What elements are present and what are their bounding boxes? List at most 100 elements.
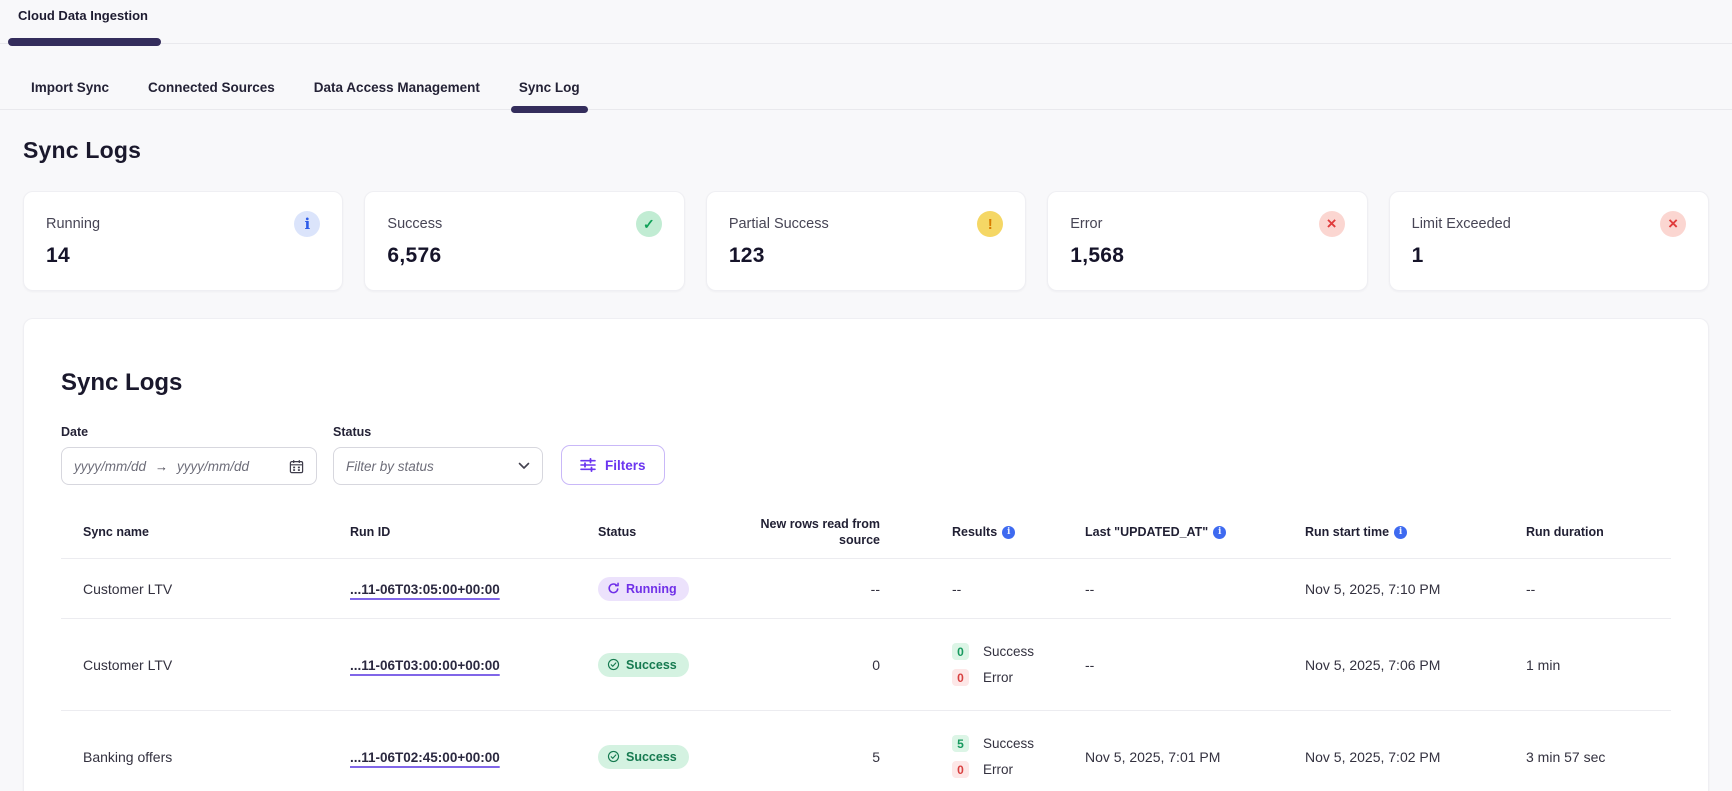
calendar-icon[interactable] bbox=[289, 459, 304, 474]
info-icon[interactable]: i bbox=[1002, 526, 1015, 539]
run-start-cell: Nov 5, 2025, 7:06 PM bbox=[1305, 657, 1526, 673]
filters-button-label: Filters bbox=[605, 458, 646, 473]
tab-connected-sources[interactable]: Connected Sources bbox=[148, 80, 275, 109]
new-rows-cell: -- bbox=[746, 581, 886, 597]
tab-label: Sync Log bbox=[519, 80, 580, 95]
date-filter-label: Date bbox=[61, 425, 317, 439]
card-partial-success: Partial Success ! 123 bbox=[706, 191, 1026, 291]
card-label: Success bbox=[387, 216, 442, 232]
tab-label: Connected Sources bbox=[148, 80, 275, 95]
card-value: 1 bbox=[1412, 244, 1686, 268]
last-updated-cell: -- bbox=[1085, 581, 1305, 597]
app-tab-cloud-data-ingestion[interactable]: Cloud Data Ingestion bbox=[8, 8, 158, 23]
col-run-duration: Run duration bbox=[1526, 525, 1671, 541]
run-id-link[interactable]: ...11-06T03:05:00+00:00 bbox=[350, 582, 500, 597]
run-duration-cell: -- bbox=[1526, 581, 1671, 597]
success-count-label: Success bbox=[983, 644, 1034, 659]
tab-import-sync[interactable]: Import Sync bbox=[31, 80, 109, 109]
table-header-row: Sync name Run ID Status New rows read fr… bbox=[61, 511, 1671, 559]
tab-active-indicator bbox=[511, 106, 588, 113]
card-label: Error bbox=[1070, 216, 1102, 232]
run-duration-cell: 3 min 57 sec bbox=[1526, 749, 1671, 765]
card-error: Error × 1,568 bbox=[1047, 191, 1367, 291]
status-filter-select[interactable]: Filter by status bbox=[333, 447, 543, 485]
info-icon[interactable]: i bbox=[1213, 526, 1226, 539]
date-filter-group: Date yyyy/mm/dd → yyyy/mm/dd bbox=[61, 425, 317, 485]
col-run-id: Run ID bbox=[350, 525, 598, 541]
info-icon[interactable]: i bbox=[1394, 526, 1407, 539]
error-icon: × bbox=[1660, 211, 1686, 237]
check-circle-icon bbox=[607, 658, 620, 671]
status-badge: Success bbox=[598, 653, 689, 677]
tab-label: Import Sync bbox=[31, 80, 109, 95]
warning-icon: ! bbox=[977, 211, 1003, 237]
arrow-right-icon: → bbox=[155, 459, 168, 474]
status-filter-label: Status bbox=[333, 425, 543, 439]
table-row: Customer LTV ...11-06T03:05:00+00:00 Run… bbox=[61, 559, 1671, 619]
col-new-rows: New rows read from source bbox=[746, 517, 886, 548]
card-label: Partial Success bbox=[729, 216, 829, 232]
success-count-chip: 0 bbox=[952, 643, 969, 660]
run-id-link[interactable]: ...11-06T03:00:00+00:00 bbox=[350, 658, 500, 673]
chevron-down-icon bbox=[518, 462, 530, 470]
error-count-label: Error bbox=[983, 762, 1013, 777]
col-status: Status bbox=[598, 525, 746, 541]
col-run-start-label: Run start time bbox=[1305, 525, 1389, 539]
tab-label: Data Access Management bbox=[314, 80, 480, 95]
new-rows-cell: 5 bbox=[746, 749, 886, 765]
success-count-label: Success bbox=[983, 736, 1034, 751]
summary-cards: Running i 14 Success ✓ 6,576 Partial Suc… bbox=[23, 191, 1709, 291]
top-bar: Cloud Data Ingestion bbox=[0, 0, 1732, 44]
status-badge: Running bbox=[598, 577, 689, 601]
status-placeholder: Filter by status bbox=[346, 459, 434, 474]
filters-button[interactable]: Filters bbox=[561, 445, 665, 485]
table-row: Customer LTV ...11-06T03:00:00+00:00 Suc… bbox=[61, 619, 1671, 711]
card-running: Running i 14 bbox=[23, 191, 343, 291]
status-badge-label: Success bbox=[626, 750, 677, 764]
sync-name-cell: Customer LTV bbox=[61, 581, 350, 597]
col-sync-name: Sync name bbox=[61, 525, 350, 541]
run-duration-cell: 1 min bbox=[1526, 657, 1671, 673]
status-badge-label: Running bbox=[626, 582, 677, 596]
refresh-icon bbox=[607, 582, 620, 595]
success-count-chip: 5 bbox=[952, 735, 969, 752]
sync-log-table: Sync name Run ID Status New rows read fr… bbox=[61, 511, 1671, 791]
last-updated-cell: Nov 5, 2025, 7:01 PM bbox=[1085, 749, 1305, 765]
last-updated-cell: -- bbox=[1085, 657, 1305, 673]
new-rows-cell: 0 bbox=[746, 657, 886, 673]
card-value: 1,568 bbox=[1070, 244, 1344, 268]
tab-sync-log[interactable]: Sync Log bbox=[519, 80, 580, 109]
error-icon: × bbox=[1319, 211, 1345, 237]
status-badge-label: Success bbox=[626, 658, 677, 672]
error-count-chip: 0 bbox=[952, 669, 969, 686]
col-last-updated-label: Last "UPDATED_AT" bbox=[1085, 525, 1208, 539]
run-id-link[interactable]: ...11-06T02:45:00+00:00 bbox=[350, 750, 500, 765]
check-circle-icon bbox=[607, 750, 620, 763]
card-value: 123 bbox=[729, 244, 1003, 268]
error-count-chip: 0 bbox=[952, 761, 969, 778]
card-success: Success ✓ 6,576 bbox=[364, 191, 684, 291]
error-count-label: Error bbox=[983, 670, 1013, 685]
results-cell: 5 Success 0 Error bbox=[886, 735, 1085, 778]
tab-bar: Import Sync Connected Sources Data Acces… bbox=[0, 44, 1732, 110]
page-title: Sync Logs bbox=[23, 137, 1732, 164]
sync-name-cell: Customer LTV bbox=[61, 657, 350, 673]
date-range-input[interactable]: yyyy/mm/dd → yyyy/mm/dd bbox=[61, 447, 317, 485]
sync-name-cell: Banking offers bbox=[61, 749, 350, 765]
sliders-icon bbox=[580, 458, 596, 472]
date-start-placeholder: yyyy/mm/dd bbox=[74, 459, 146, 474]
run-start-cell: Nov 5, 2025, 7:02 PM bbox=[1305, 749, 1526, 765]
table-row: Banking offers ...11-06T02:45:00+00:00 S… bbox=[61, 711, 1671, 791]
tab-data-access-management[interactable]: Data Access Management bbox=[314, 80, 480, 109]
results-cell: 0 Success 0 Error bbox=[886, 643, 1085, 686]
check-icon: ✓ bbox=[636, 211, 662, 237]
filters-row: Date yyyy/mm/dd → yyyy/mm/dd Status bbox=[61, 425, 1671, 485]
col-last-updated-at: Last "UPDATED_AT" i bbox=[1085, 525, 1305, 541]
card-label: Running bbox=[46, 216, 100, 232]
status-badge: Success bbox=[598, 745, 689, 769]
info-icon[interactable]: i bbox=[294, 211, 320, 237]
col-run-start-time: Run start time i bbox=[1305, 525, 1526, 541]
card-value: 14 bbox=[46, 244, 320, 268]
card-label: Limit Exceeded bbox=[1412, 216, 1511, 232]
card-value: 6,576 bbox=[387, 244, 661, 268]
